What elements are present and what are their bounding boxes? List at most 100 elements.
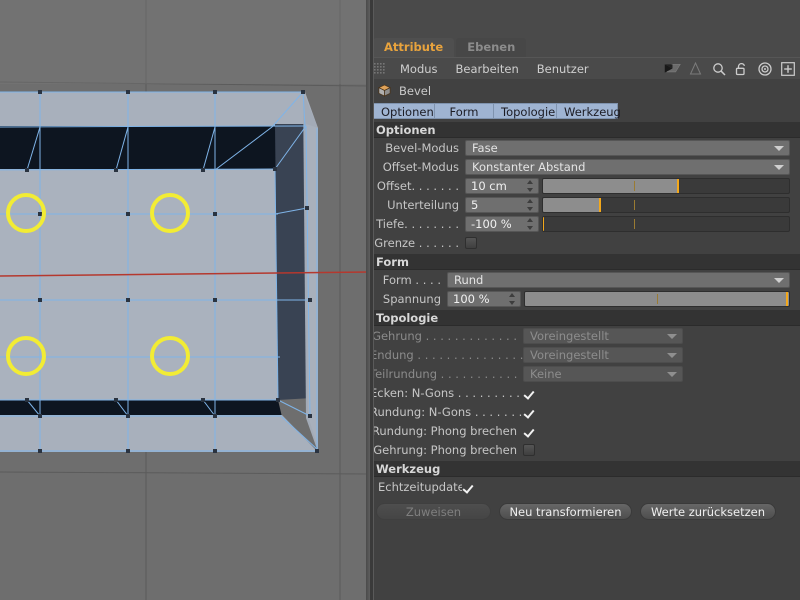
mesh-bottom-face xyxy=(0,415,318,452)
row-echtzeitupdate: Echtzeitupdate xyxy=(370,477,800,496)
menu-modus[interactable]: Modus xyxy=(391,58,447,80)
slider-offset-knob[interactable] xyxy=(677,179,679,193)
slider-unterteilung-tick xyxy=(634,200,635,210)
input-tiefe-value: -100 % xyxy=(471,217,512,231)
panel-menu-bar: Modus Bearbeiten Benutzer xyxy=(370,57,800,79)
spinner-tiefe[interactable] xyxy=(527,218,534,230)
row-gehrung: Gehrung . . . . . . . . . . . . . Vorein… xyxy=(370,326,800,345)
slider-spannung-tick xyxy=(657,294,658,304)
section-header-optionen: Optionen xyxy=(370,122,800,138)
button-zuweisen[interactable]: Zuweisen xyxy=(376,503,491,520)
dropdown-bevel-modus[interactable]: Fase xyxy=(465,140,790,156)
row-offset: Offset. . . . . . . 10 cm xyxy=(370,176,800,195)
slider-tiefe-knob[interactable] xyxy=(542,217,544,231)
row-bevel-modus: Bevel-Modus Fase xyxy=(370,138,800,157)
label-endung: Endung . . . . . . . . . . . . . . . xyxy=(370,348,523,362)
checkbox-grenze[interactable] xyxy=(465,237,477,249)
input-unterteilung[interactable]: 5 xyxy=(465,197,539,213)
checkbox-ecken-ngons[interactable] xyxy=(523,387,535,399)
slider-spannung-knob[interactable] xyxy=(786,292,788,306)
slider-offset[interactable] xyxy=(542,178,790,194)
input-spannung-value: 100 % xyxy=(453,292,490,306)
row-teilrundung: Teilrundung . . . . . . . . . . . Keine xyxy=(370,364,800,383)
plus-icon[interactable] xyxy=(779,60,796,77)
chevron-down-icon xyxy=(774,278,784,283)
dock-tab-attribute[interactable]: Attribute xyxy=(373,38,454,57)
row-tiefe: Tiefe. . . . . . . . -100 % xyxy=(370,214,800,233)
slider-unterteilung[interactable] xyxy=(542,197,790,213)
button-neu-transformieren[interactable]: Neu transformieren xyxy=(499,503,632,520)
dropdown-bevel-modus-value: Fase xyxy=(472,141,498,155)
checkbox-gehrung-phong[interactable] xyxy=(523,444,535,456)
label-bevel-modus: Bevel-Modus xyxy=(370,141,465,155)
checkbox-echtzeitupdate[interactable] xyxy=(462,481,474,493)
input-spannung[interactable]: 100 % xyxy=(447,291,521,307)
section-header-topologie: Topologie xyxy=(370,310,800,326)
grid-upper-plane xyxy=(0,0,370,84)
back-arrow-icon[interactable] xyxy=(664,60,681,77)
button-werte-zuruecksetzen[interactable]: Werte zurücksetzen xyxy=(640,503,776,520)
label-teilrundung: Teilrundung . . . . . . . . . . . xyxy=(370,367,523,381)
spinner-unterteilung[interactable] xyxy=(527,199,534,211)
parameter-tab-bar: Optionen Form Topologie Werkzeug xyxy=(370,102,800,120)
row-spannung: Spannung 100 % xyxy=(370,289,800,308)
slider-unterteilung-knob[interactable] xyxy=(599,198,601,212)
slider-spannung[interactable] xyxy=(524,291,790,307)
label-offset: Offset. . . . . . . xyxy=(370,179,465,193)
chevron-down-icon xyxy=(774,146,784,151)
input-tiefe[interactable]: -100 % xyxy=(465,216,539,232)
row-rundung-ngons: Rundung: N-Gons . . . . . . . xyxy=(370,402,800,421)
checkbox-rundung-phong[interactable] xyxy=(523,425,535,437)
dock-tab-ebenen[interactable]: Ebenen xyxy=(456,38,526,57)
menu-benutzer[interactable]: Benutzer xyxy=(528,58,598,80)
dock-tab-strip: Attribute Ebenen xyxy=(370,35,800,57)
input-offset[interactable]: 10 cm xyxy=(465,178,539,194)
dropdown-gehrung[interactable]: Voreingestellt xyxy=(523,328,683,344)
slider-unterteilung-fill xyxy=(543,198,600,212)
section-header-form: Form xyxy=(370,254,800,270)
drag-grip-icon[interactable] xyxy=(374,63,385,75)
row-grenze: Grenze . . . . . . xyxy=(370,233,800,252)
forward-arrow-icon[interactable] xyxy=(687,60,704,77)
tab-optionen[interactable]: Optionen xyxy=(373,103,435,119)
search-icon[interactable] xyxy=(710,60,727,77)
row-offset-modus: Offset-Modus Konstanter Abstand xyxy=(370,157,800,176)
lock-icon[interactable] xyxy=(733,60,750,77)
label-grenze: Grenze . . . . . . xyxy=(370,236,465,250)
tab-topologie[interactable]: Topologie xyxy=(493,103,557,119)
menu-bearbeiten[interactable]: Bearbeiten xyxy=(447,58,528,80)
mesh-top-face xyxy=(0,92,318,128)
slider-tiefe-tick xyxy=(634,219,635,229)
label-rundung-ngons: Rundung: N-Gons . . . . . . . xyxy=(370,405,523,419)
label-tiefe: Tiefe. . . . . . . . xyxy=(370,217,465,231)
panel-left-scrollbar[interactable] xyxy=(370,0,374,600)
slider-tiefe[interactable] xyxy=(542,216,790,232)
dropdown-form-value: Rund xyxy=(454,273,483,287)
dropdown-teilrundung[interactable]: Keine xyxy=(523,366,683,382)
viewport-canvas xyxy=(0,0,370,600)
tab-werkzeug[interactable]: Werkzeug xyxy=(556,103,618,119)
row-gehrung-phong: Gehrung: Phong brechen xyxy=(370,440,800,459)
bevel-cube-icon xyxy=(377,83,392,98)
label-ecken-ngons: Ecken: N-Gons . . . . . . . . . xyxy=(370,386,523,400)
perspective-viewport[interactable] xyxy=(0,0,370,600)
dropdown-endung[interactable]: Voreingestellt xyxy=(523,347,683,363)
app-window: Attribute Ebenen Modus Bearbeiten Benutz xyxy=(0,0,800,600)
label-offset-modus: Offset-Modus xyxy=(370,160,465,174)
spinner-offset[interactable] xyxy=(527,180,534,192)
label-spannung: Spannung xyxy=(370,292,447,306)
row-unterteilung: Unterteilung 5 xyxy=(370,195,800,214)
row-form: Form . . . . Rund xyxy=(370,270,800,289)
section-header-werkzeug: Werkzeug xyxy=(370,461,800,477)
tab-form[interactable]: Form xyxy=(434,103,494,119)
input-offset-value: 10 cm xyxy=(471,179,507,193)
chevron-down-icon xyxy=(667,353,677,358)
checkbox-rundung-ngons[interactable] xyxy=(523,406,535,418)
target-icon[interactable] xyxy=(756,60,773,77)
dropdown-offset-modus[interactable]: Konstanter Abstand xyxy=(465,159,790,175)
dropdown-teilrundung-value: Keine xyxy=(530,367,562,381)
object-title-bar: Bevel xyxy=(370,79,800,102)
action-button-row: Zuweisen Neu transformieren Werte zurück… xyxy=(370,503,800,520)
dropdown-form[interactable]: Rund xyxy=(447,272,790,288)
spinner-spannung[interactable] xyxy=(509,293,516,305)
